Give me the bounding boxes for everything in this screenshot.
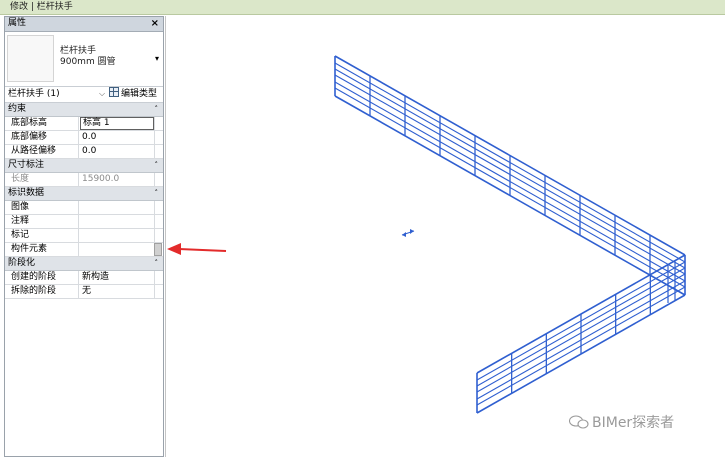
properties-panel: 属性 × 栏杆扶手 900mm 圆管 ▾ 栏杆扶手 (1) ⌵ 编辑类型 约束 ˄… (4, 16, 164, 457)
property-value[interactable] (80, 243, 154, 256)
property-scroll-cell (154, 229, 162, 242)
property-name: 长度 (5, 173, 79, 186)
type-type-label: 900mm 圆管 (60, 57, 116, 67)
property-group-header[interactable]: 标识数据 ˄ (5, 187, 163, 201)
close-icon[interactable]: × (151, 17, 159, 30)
property-scroll-cell (154, 201, 162, 214)
property-row: 底部标高 标高 1 (5, 117, 163, 131)
property-scroll-cell (154, 173, 162, 186)
property-groups: 约束 ˄ 底部标高 标高 1 底部偏移 0.0 从路径偏移 0.0 尺寸标注 ˄ 长度 15900.0… (5, 103, 163, 299)
chevron-up-icon[interactable]: ˄ (155, 257, 159, 269)
property-row: 标记 (5, 229, 163, 243)
property-scroll-cell (154, 243, 162, 256)
property-name: 标记 (5, 229, 79, 242)
property-group-title: 阶段化 (8, 258, 36, 268)
type-name: 栏杆扶手 900mm 圆管 (60, 46, 116, 68)
railing-model[interactable] (334, 55, 686, 414)
3d-viewport[interactable] (165, 16, 725, 457)
type-family-label: 栏杆扶手 (60, 46, 97, 56)
view-cursor-icon (401, 229, 415, 237)
chevron-up-icon[interactable]: ˄ (155, 159, 159, 171)
type-selector[interactable]: 栏杆扶手 900mm 圆管 ▾ (5, 32, 163, 87)
property-name: 拆除的阶段 (5, 285, 79, 298)
wechat-icon (569, 415, 589, 429)
property-value[interactable]: 0.0 (80, 145, 154, 158)
property-row: 注释 (5, 215, 163, 229)
instance-filter[interactable]: 栏杆扶手 (1) ⌵ 编辑类型 (5, 87, 163, 103)
property-row: 拆除的阶段无 (5, 285, 163, 299)
property-row: 构件元素 (5, 243, 163, 257)
property-value[interactable] (80, 215, 154, 228)
property-row: 创建的阶段 新构造 (5, 271, 163, 285)
property-name: 底部标高 (5, 117, 79, 130)
ribbon-context-title: 修改 | 栏杆扶手 (0, 0, 725, 15)
property-group-header[interactable]: 阶段化 ˄ (5, 257, 163, 271)
instance-filter-label: 栏杆扶手 (1) (8, 89, 60, 99)
property-value[interactable] (80, 201, 154, 214)
property-value: 15900.0 (82, 174, 120, 184)
type-preview-image (7, 35, 54, 82)
annotation-arrow (167, 243, 227, 255)
edit-type-label: 编辑类型 (121, 89, 158, 99)
property-value[interactable]: 新构造 (80, 271, 154, 284)
chevron-up-icon[interactable]: ˄ (155, 187, 159, 199)
property-name: 底部偏移 (5, 131, 79, 144)
watermark-text: BIMer探索者 (592, 415, 675, 431)
property-row: 从路径偏移 0.0 (5, 145, 163, 159)
property-name: 创建的阶段 (5, 271, 79, 284)
property-row: 图像 (5, 201, 163, 215)
property-scroll-cell (154, 145, 162, 158)
property-name: 构件元素 (5, 243, 79, 256)
property-group-title: 约束 (8, 104, 27, 114)
edit-type-button[interactable]: 编辑类型 (109, 87, 157, 101)
property-name: 图像 (5, 201, 79, 214)
property-name: 注释 (5, 215, 79, 228)
edit-type-icon (109, 87, 119, 97)
properties-panel-title: 属性 (8, 18, 27, 28)
property-value[interactable]: 标高 1 (80, 117, 154, 130)
instance-filter-dropdown-icon[interactable]: ⌵ (99, 87, 105, 101)
property-group-title: 标识数据 (8, 188, 45, 198)
chevron-up-icon[interactable]: ˄ (155, 103, 159, 115)
property-scroll-cell (154, 117, 162, 130)
property-value[interactable]: 0.0 (80, 131, 154, 144)
property-scroll-cell (154, 131, 162, 144)
property-scroll-cell (154, 285, 162, 298)
property-value[interactable] (80, 229, 154, 242)
property-name: 从路径偏移 (5, 145, 79, 158)
property-value[interactable]: 无 (80, 285, 154, 298)
railing-3d-view[interactable] (166, 16, 725, 457)
chevron-down-icon[interactable]: ▾ (155, 54, 159, 63)
property-group-header[interactable]: 尺寸标注 ˄ (5, 159, 163, 173)
watermark: BIMer探索者 (569, 412, 674, 432)
property-group-header[interactable]: 约束 ˄ (5, 103, 163, 117)
property-group-title: 尺寸标注 (8, 160, 45, 170)
property-scroll-cell (154, 271, 162, 284)
property-row: 长度 15900.0 (5, 173, 163, 187)
property-row: 底部偏移 0.0 (5, 131, 163, 145)
properties-panel-header: 属性 × (5, 17, 163, 32)
property-scroll-cell (154, 215, 162, 228)
